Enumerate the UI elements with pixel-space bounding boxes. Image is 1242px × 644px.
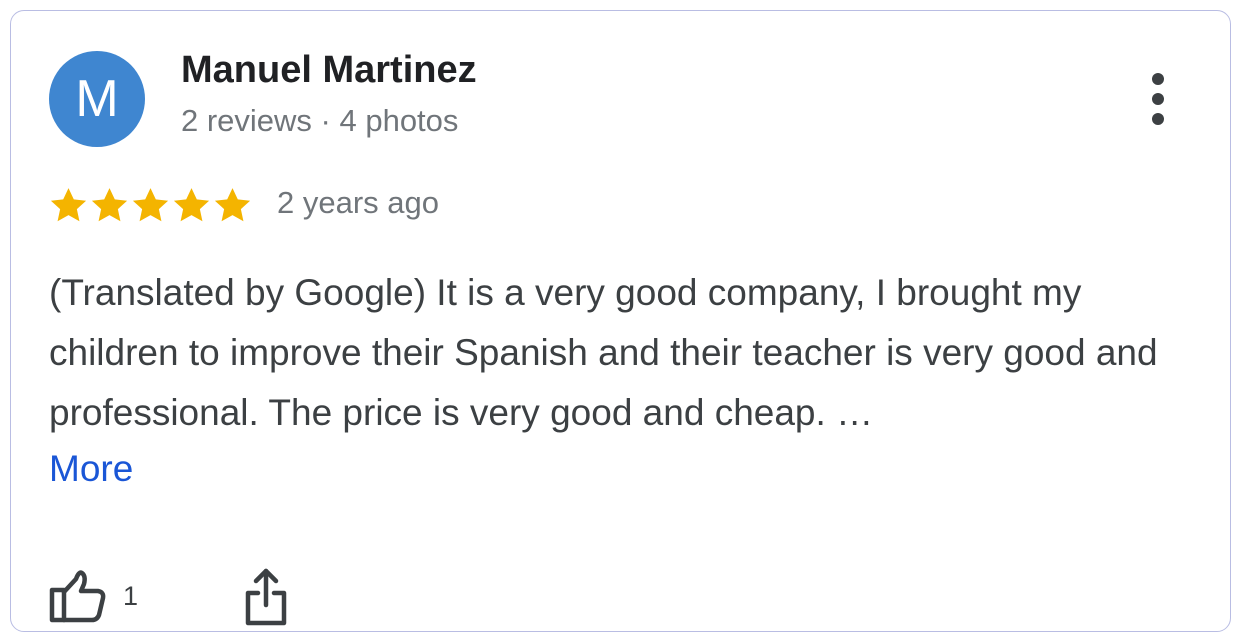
star-rating (48, 185, 253, 229)
author-name[interactable]: Manuel Martinez (181, 49, 477, 92)
star-icon (214, 188, 251, 222)
share-icon (245, 568, 287, 626)
review-text: (Translated by Google) It is a very good… (49, 272, 1158, 433)
like-button[interactable]: 1 (49, 567, 149, 623)
share-button[interactable] (243, 567, 293, 627)
more-options-button[interactable] (1137, 67, 1181, 131)
more-link[interactable]: More (49, 445, 133, 493)
review-date: 2 years ago (277, 185, 439, 220)
avatar[interactable]: M (49, 51, 145, 147)
star-icon (173, 188, 210, 222)
star-icon (50, 188, 87, 222)
star-icon (132, 188, 169, 222)
star-icon (91, 188, 128, 222)
like-count: 1 (123, 581, 139, 611)
thumb-up-icon (49, 570, 106, 623)
review-card: M Manuel Martinez 2 reviews · 4 photos 2… (10, 10, 1231, 632)
author-meta: 2 reviews · 4 photos (181, 103, 459, 138)
